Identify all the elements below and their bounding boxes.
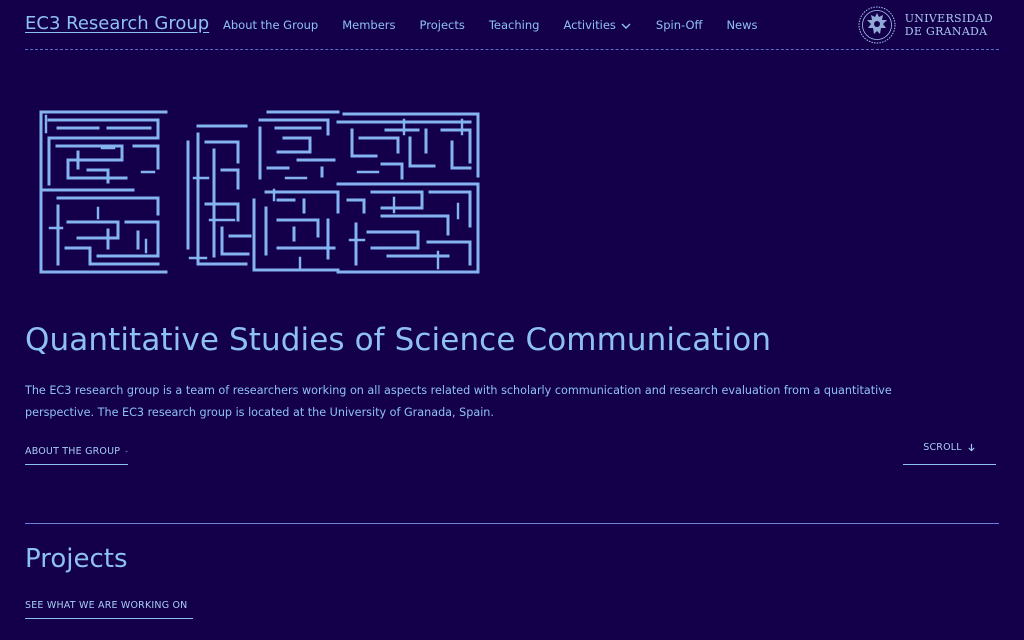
nav-about[interactable]: About the Group [223, 18, 318, 32]
university-line-2: DE GRANADA [904, 25, 988, 38]
about-group-link[interactable]: ABOUT THE GROUP [25, 446, 128, 465]
nav-activities-label: Activities [563, 18, 616, 32]
nav-spinoff[interactable]: Spin-Off [656, 18, 703, 32]
section-divider [25, 523, 999, 524]
page-title: Quantitative Studies of Science Communic… [25, 322, 772, 358]
arrow-right-icon [192, 605, 193, 606]
arrow-down-icon [968, 443, 975, 452]
nav-members[interactable]: Members [342, 18, 395, 32]
arrow-right-icon [125, 450, 128, 453]
projects-link-label: SEE WHAT WE ARE WORKING ON [25, 600, 188, 611]
nav-projects[interactable]: Projects [420, 18, 465, 32]
university-seal-icon [858, 6, 896, 44]
nav-activities[interactable]: Activities [563, 18, 631, 32]
chevron-down-icon [621, 23, 631, 29]
projects-heading: Projects [25, 544, 128, 574]
nav-teaching[interactable]: Teaching [489, 18, 540, 32]
scroll-button[interactable]: SCROLL [903, 442, 996, 465]
hero-description: The EC3 research group is a team of rese… [25, 384, 892, 419]
university-name: UNIVERSIDAD DE GRANADA [905, 12, 993, 38]
about-group-label: ABOUT THE GROUP [25, 446, 121, 457]
ec3-maze-logo [39, 110, 480, 274]
site-header: EC3 Research Group About the Group Membe… [25, 0, 999, 50]
university-line-1: UNIVERSIDAD [904, 12, 993, 25]
nav-news[interactable]: News [726, 18, 757, 32]
brand-link[interactable]: EC3 Research Group [25, 13, 209, 34]
university-logo[interactable]: UNIVERSIDAD DE GRANADA [857, 5, 993, 45]
scroll-label: SCROLL [923, 442, 962, 453]
projects-link[interactable]: SEE WHAT WE ARE WORKING ON [25, 600, 193, 619]
main-nav: About the Group Members Projects Teachin… [223, 18, 758, 32]
